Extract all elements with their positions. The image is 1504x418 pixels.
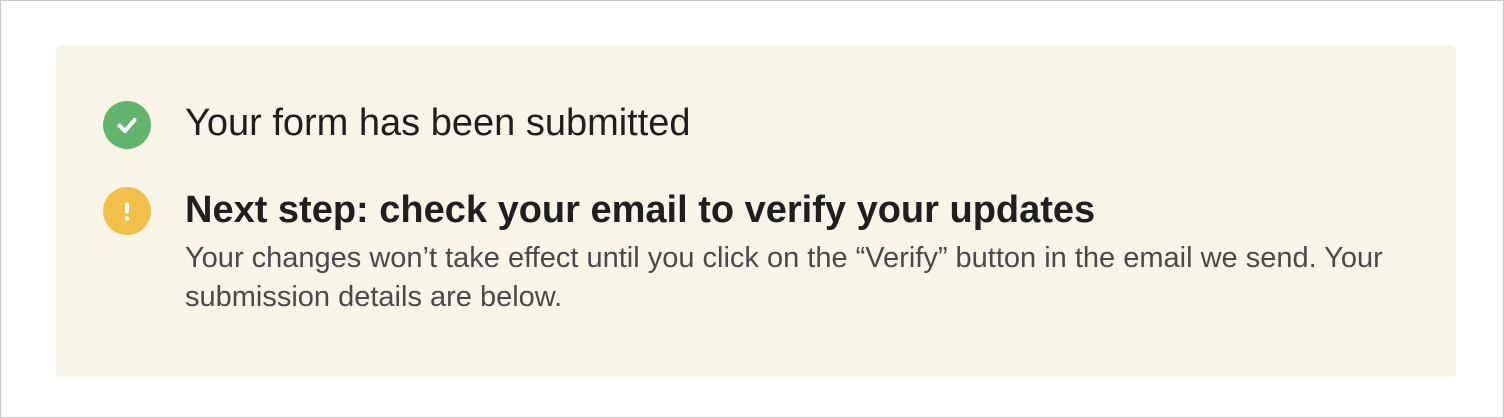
next-step-title: Next step: check your email to verify yo… bbox=[185, 189, 1096, 231]
next-step-description: Your changes won’t take effect until you… bbox=[185, 242, 1383, 313]
check-circle-icon bbox=[103, 101, 151, 149]
success-title: Your form has been submitted bbox=[185, 102, 691, 144]
submission-notice: Your form has been submitted Next step: … bbox=[56, 45, 1456, 377]
next-step-message: Next step: check your email to verify yo… bbox=[103, 185, 1405, 317]
page-frame: Your form has been submitted Next step: … bbox=[0, 0, 1504, 418]
exclamation-circle-icon bbox=[103, 187, 151, 235]
success-message: Your form has been submitted bbox=[103, 99, 691, 149]
